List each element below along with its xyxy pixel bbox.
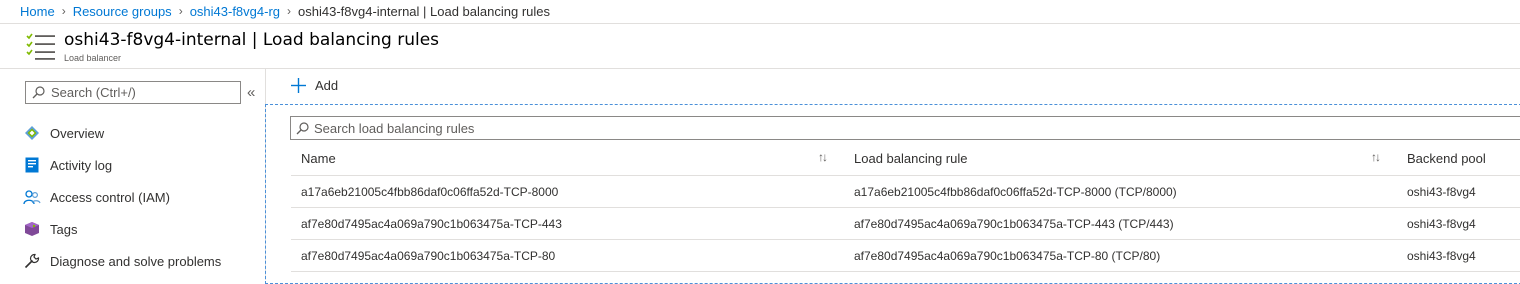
search-icon (296, 121, 309, 134)
column-header-name[interactable]: Name (301, 151, 336, 166)
sidebar-search[interactable] (25, 81, 241, 104)
chevron-right-icon: › (287, 4, 292, 18)
sidebar-item-access-control[interactable]: Access control (IAM) (22, 181, 221, 213)
column-header-backend-pool[interactable]: Backend pool (1407, 151, 1486, 166)
breadcrumb-resource-group[interactable]: oshi43-f8vg4-rg (190, 4, 280, 19)
page-subtitle: Load balancer (64, 53, 122, 63)
collapse-sidebar-button[interactable]: « (247, 84, 255, 101)
divider (0, 68, 1520, 69)
divider (291, 175, 1520, 176)
breadcrumb: Home › Resource groups › oshi43-f8vg4-rg… (20, 2, 550, 20)
table-cell-pool: oshi43-f8vg4 (1407, 217, 1476, 231)
breadcrumb-resource-groups[interactable]: Resource groups (73, 4, 172, 19)
table-cell-pool: oshi43-f8vg4 (1407, 249, 1476, 263)
breadcrumb-current: oshi43-f8vg4-internal | Load balancing r… (298, 3, 550, 19)
divider (291, 271, 1520, 272)
sidebar-item-diagnose[interactable]: Diagnose and solve problems (22, 245, 221, 277)
table-cell-rule: af7e80d7495ac4a069a790c1b063475a-TCP-80 … (854, 249, 1161, 263)
breadcrumb-home[interactable]: Home (20, 4, 55, 19)
sidebar-item-tags[interactable]: Tags (22, 213, 221, 245)
divider (291, 207, 1520, 208)
overview-icon (22, 123, 42, 143)
tag-icon (22, 219, 42, 239)
column-header-rule[interactable]: Load balancing rule (854, 151, 967, 166)
access-control-icon (22, 187, 42, 207)
sidebar-search-input[interactable] (51, 85, 231, 100)
search-icon (32, 86, 45, 99)
grid-search[interactable] (290, 116, 1520, 140)
sidebar-item-overview[interactable]: Overview (22, 117, 221, 149)
table-cell-name[interactable]: af7e80d7495ac4a069a790c1b063475a-TCP-80 (301, 249, 555, 263)
sidebar-item-label: Overview (50, 125, 105, 141)
chevron-right-icon: › (178, 4, 183, 18)
sidebar-item-label: Tags (50, 221, 78, 237)
sidebar-item-activity-log[interactable]: Activity log (22, 149, 221, 181)
grid-search-input[interactable] (314, 120, 914, 136)
chevron-right-icon: › (61, 4, 66, 18)
add-button[interactable]: Add (291, 78, 338, 93)
table-cell-name[interactable]: af7e80d7495ac4a069a790c1b063475a-TCP-443 (301, 217, 562, 231)
sort-icon[interactable]: ↑↓ (818, 150, 828, 164)
sidebar-item-label: Access control (IAM) (50, 189, 170, 205)
divider (291, 239, 1520, 240)
activity-log-icon (22, 155, 42, 175)
divider (0, 23, 1520, 24)
load-balancer-icon (26, 33, 55, 60)
sidebar-menu: Overview Activity log Access control (IA… (22, 117, 221, 277)
table-cell-name[interactable]: a17a6eb21005c4fbb86daf0c06ffa52d-TCP-800… (301, 185, 558, 199)
sort-icon[interactable]: ↑↓ (1371, 150, 1381, 164)
wrench-icon (22, 251, 42, 271)
sidebar-item-label: Diagnose and solve problems (50, 253, 222, 269)
sidebar-item-label: Activity log (50, 157, 113, 173)
page-title: oshi43-f8vg4-internal | Load balancing r… (64, 30, 440, 50)
plus-icon (291, 78, 306, 93)
table-cell-rule: af7e80d7495ac4a069a790c1b063475a-TCP-443… (854, 217, 1174, 231)
table-cell-rule: a17a6eb21005c4fbb86daf0c06ffa52d-TCP-800… (854, 185, 1177, 199)
add-button-label: Add (315, 78, 339, 93)
table-cell-pool: oshi43-f8vg4 (1407, 185, 1476, 199)
